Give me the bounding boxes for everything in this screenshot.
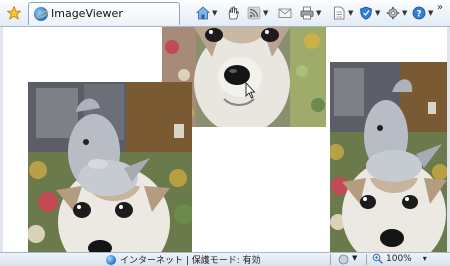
status-separator-2 <box>366 254 367 265</box>
home-dropdown-icon[interactable]: ▼ <box>212 9 217 17</box>
page-menu-button[interactable]: ▼ <box>332 4 353 22</box>
tools-menu-button[interactable]: ▼ <box>386 4 407 22</box>
dog-dolphin-image-right <box>330 62 447 252</box>
browser-toolbar: ImageViewer ▼ ▼ ▼ ▼ ▼ ▼ ? ▼ » <box>0 0 450 27</box>
help-dropdown-icon[interactable]: ▼ <box>428 9 433 17</box>
zoom-level: 100% <box>386 253 412 264</box>
tools-icon <box>386 6 400 20</box>
help-icon: ? <box>412 6 426 20</box>
favorites-star-icon <box>7 6 21 20</box>
hand-icon <box>228 6 239 20</box>
page-icon <box>334 6 345 20</box>
toolbar-overflow-icon[interactable]: » <box>437 2 443 13</box>
zoom-magnifier-icon <box>372 253 383 264</box>
hand-button[interactable] <box>226 4 240 22</box>
dog-photo-dolphin-left[interactable] <box>28 82 192 252</box>
status-separator <box>330 254 331 265</box>
print-button[interactable]: ▼ <box>300 4 321 22</box>
mail-button[interactable] <box>278 4 292 22</box>
safety-menu-button[interactable]: ▼ <box>359 4 380 22</box>
zone-text: インターネット | 保護モード: 有効 <box>120 256 261 266</box>
tools-dropdown-icon[interactable]: ▼ <box>402 9 407 17</box>
zoom-control[interactable]: 100% ▾ <box>372 253 427 264</box>
status-bar: インターネット | 保護モード: 有効 ▼ 100% ▾ <box>0 252 450 266</box>
ie-page-icon <box>34 7 48 21</box>
dog-photo-dolphin-right[interactable] <box>330 62 447 252</box>
mail-icon <box>278 8 292 18</box>
tab-imageviewer[interactable]: ImageViewer <box>28 2 180 25</box>
internet-zone-icon <box>106 254 116 265</box>
page-content <box>3 27 447 252</box>
safety-dropdown-icon[interactable]: ▼ <box>375 9 380 17</box>
feeds-dropdown-icon[interactable]: ▼ <box>263 9 268 17</box>
page-dropdown-icon[interactable]: ▼ <box>348 9 353 17</box>
svg-text:?: ? <box>416 10 421 20</box>
help-menu-button[interactable]: ? ▼ <box>412 4 433 22</box>
home-icon <box>196 6 210 20</box>
safety-icon <box>360 6 372 20</box>
feeds-button[interactable]: ▼ <box>247 4 268 22</box>
print-icon <box>300 6 314 20</box>
tab-title: ImageViewer <box>51 7 123 20</box>
home-button[interactable]: ▼ <box>196 4 217 22</box>
security-zone[interactable]: インターネット | 保護モード: 有効 <box>106 253 261 266</box>
dog-dolphin-image <box>28 82 192 252</box>
zoom-dropdown-icon[interactable]: ▾ <box>423 254 427 263</box>
rss-icon <box>247 6 261 20</box>
protected-mode-icon[interactable] <box>338 254 349 265</box>
favorites-button[interactable] <box>3 3 27 25</box>
status-dropdown-icon[interactable]: ▼ <box>352 254 357 262</box>
print-dropdown-icon[interactable]: ▼ <box>316 9 321 17</box>
